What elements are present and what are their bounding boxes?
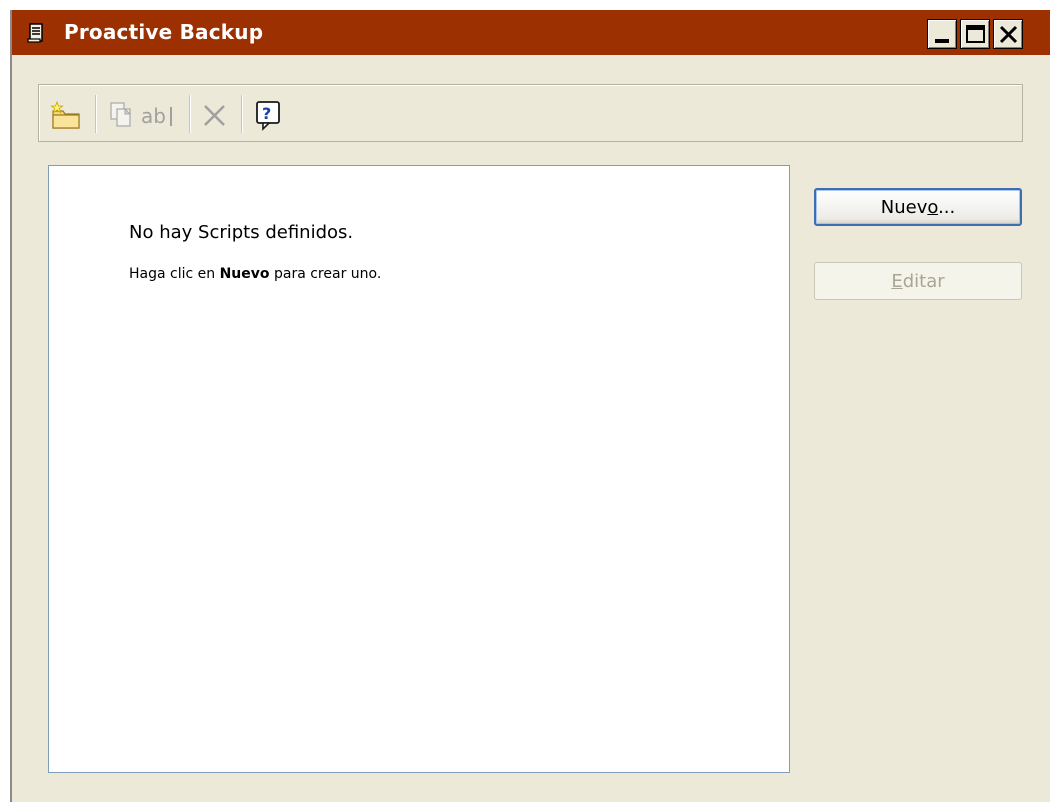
new-button[interactable]: Nuevo... [814, 188, 1022, 226]
toolbar-separator [95, 95, 97, 133]
toolbar-separator [189, 95, 191, 133]
new-label-mnemonic: o [927, 196, 939, 218]
new-button-label: Nuevo... [881, 197, 955, 218]
copy-icon [105, 102, 137, 135]
title-bar[interactable]: Proactive Backup [12, 10, 1050, 55]
scroll-icon [26, 22, 46, 44]
hint-bold: Nuevo [219, 266, 270, 282]
edit-button[interactable]: Editar [814, 262, 1022, 300]
toolbar: ab ? [38, 84, 1023, 142]
empty-list-message: No hay Scripts definidos. [129, 222, 354, 243]
scripts-list[interactable]: No hay Scripts definidos. Haga clic en N… [48, 165, 790, 773]
toolbar-separator [241, 95, 243, 133]
svg-text:ab: ab [141, 104, 166, 128]
maximize-button[interactable] [960, 19, 990, 49]
copy-button[interactable] [105, 99, 137, 131]
hint-suffix: para crear uno. [269, 266, 382, 282]
minimize-button[interactable] [927, 19, 957, 49]
hint-prefix: Haga clic en [129, 266, 220, 282]
new-script-button[interactable] [49, 99, 81, 131]
delete-icon [199, 105, 231, 135]
close-button[interactable] [993, 19, 1023, 49]
edit-label-mnemonic: E [891, 270, 903, 292]
svg-text:?: ? [262, 104, 271, 123]
empty-list-hint: Haga clic en Nuevo para crear uno. [129, 266, 381, 282]
edit-label-part: ditar [902, 270, 945, 292]
new-label-part: Nuev [880, 196, 928, 218]
proactive-backup-window: Proactive Backup ab ? No hay Scripts def… [10, 10, 1050, 802]
new-label-suffix: ... [938, 196, 956, 218]
help-button[interactable]: ? [253, 99, 285, 131]
delete-button[interactable] [199, 99, 231, 131]
window-title: Proactive Backup [64, 20, 264, 44]
help-icon: ? [253, 101, 285, 135]
new-script-icon [49, 100, 83, 135]
rename-button[interactable]: ab [137, 99, 181, 131]
rename-icon: ab [137, 104, 181, 135]
edit-button-label: Editar [891, 271, 944, 292]
